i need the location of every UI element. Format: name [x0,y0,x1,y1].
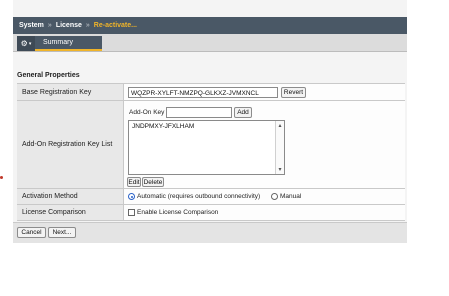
breadcrumb-license[interactable]: License [56,22,82,29]
base-key-value-cell: WQZPR-XYLFT-NMZPQ-GLKXZ-JVMXNCL Revert [124,84,405,100]
breadcrumb: System » License » Re-activate... [13,17,407,34]
activation-label: Activation Method [17,189,124,204]
automatic-label[interactable]: Automatic (requires outbound connectivit… [137,193,260,200]
list-item[interactable]: JNDPMXY-JFXLHAM [132,123,194,130]
list-scrollbar[interactable]: ▴ ▾ [275,121,284,174]
addon-key-list[interactable]: JNDPMXY-JFXLHAM ▴ ▾ [128,120,285,175]
add-button[interactable]: Add [234,107,252,118]
scroll-down-icon[interactable]: ▾ [276,166,284,173]
addon-value-cell: Add-On Key Add JNDPMXY-JFXLHAM ▴ ▾ Edit … [124,101,405,188]
bottom-margin [0,243,407,296]
right-margin [407,0,449,296]
addon-key-input[interactable] [166,107,232,118]
edge-marker [0,176,3,179]
manual-radio[interactable] [271,193,278,200]
comparison-label: License Comparison [17,205,124,220]
manual-label[interactable]: Manual [280,193,301,200]
breadcrumb-separator: » [47,22,52,29]
base-key-row: Base Registration Key WQZPR-XYLFT-NMZPQ-… [17,83,405,100]
revert-button[interactable]: Revert [281,87,306,98]
comparison-checkbox-label[interactable]: Enable License Comparison [137,209,218,216]
automatic-radio[interactable] [128,193,135,200]
comparison-checkbox[interactable] [128,209,135,216]
chevron-down-icon: ▾ [28,40,32,47]
scroll-up-icon[interactable]: ▴ [276,122,284,129]
breadcrumb-separator: » [85,22,90,29]
breadcrumb-current: Re-activate... [93,22,137,29]
delete-button[interactable]: Delete [142,177,164,187]
addon-label: Add-On Registration Key List [17,101,124,188]
addon-key-label: Add-On Key [129,109,165,116]
breadcrumb-system[interactable]: System [19,22,44,29]
gear-icon[interactable]: ⚙ ▾ [17,36,35,51]
edit-button[interactable]: Edit [127,177,141,187]
activation-row: Activation Method Automatic (requires ou… [17,188,405,204]
comparison-row: License Comparison Enable License Compar… [17,204,405,221]
section-title: General Properties [17,72,80,79]
base-key-label: Base Registration Key [17,84,124,100]
addon-row: Add-On Registration Key List Add-On Key … [17,100,405,188]
activation-value-cell: Automatic (requires outbound connectivit… [124,189,405,204]
next-button[interactable]: Next... [48,227,76,238]
comparison-value-cell: Enable License Comparison [124,205,405,220]
base-key-input[interactable]: WQZPR-XYLFT-NMZPQ-GLKXZ-JVMXNCL [128,87,278,98]
tab-summary[interactable]: Summary [35,36,102,51]
cancel-button[interactable]: Cancel [17,227,46,238]
left-margin [0,0,13,243]
